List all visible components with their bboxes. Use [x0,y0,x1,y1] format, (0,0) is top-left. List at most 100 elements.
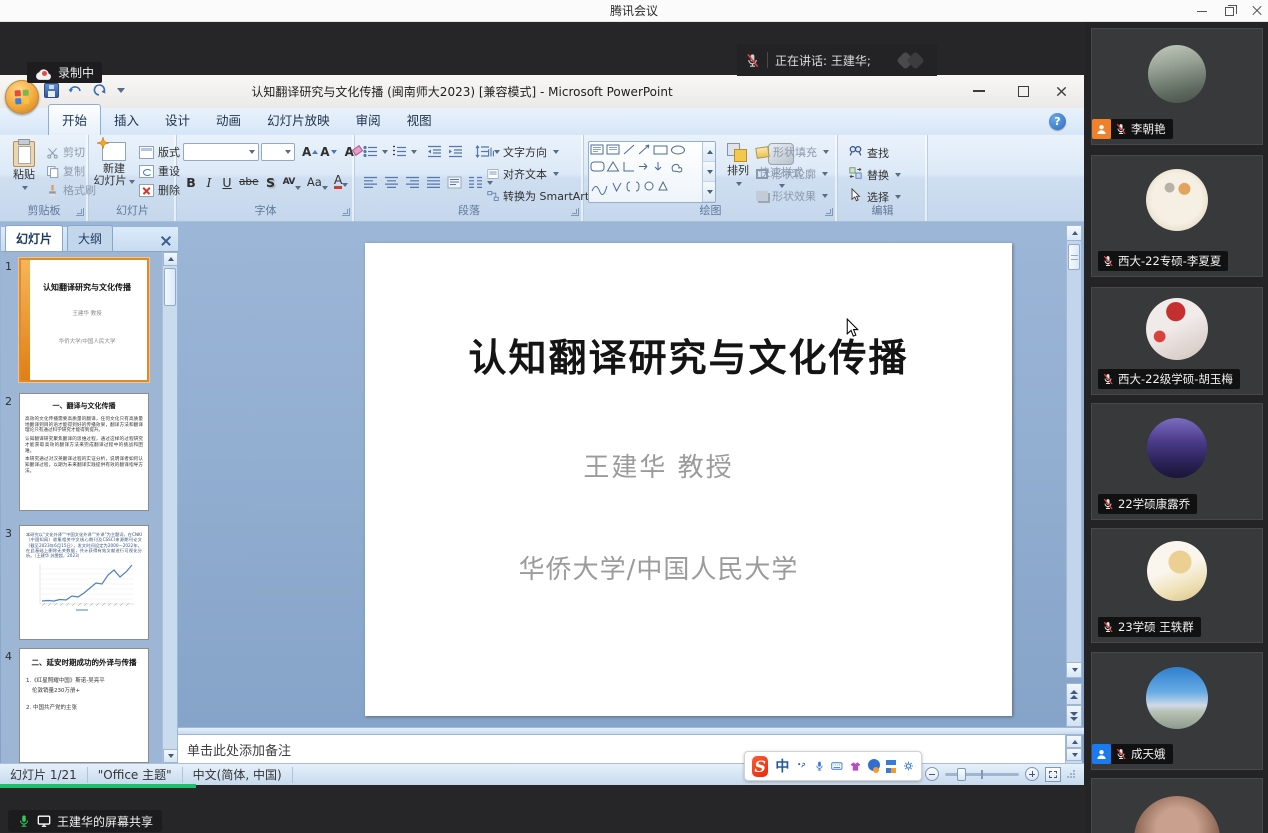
slide-thumbnail-2[interactable]: 一、翻译与文化传播 高效的文化传播需要高质量的翻译，任何文化只有高质量地翻译到目… [19,393,149,511]
participant-tile[interactable]: 22学硕康露乔 [1091,403,1263,520]
toolbox-icon[interactable] [886,760,896,773]
save-icon[interactable] [44,83,59,98]
close-icon[interactable] [1252,6,1262,16]
justify-button[interactable] [424,173,443,192]
copy-button[interactable]: 复制 [46,163,85,179]
underline-button[interactable]: U [219,171,235,190]
shape-effects-button[interactable]: 形状效果 [756,188,828,204]
new-slide-button[interactable]: 新建幻灯片 [93,142,135,187]
notes-splitter[interactable] [178,727,1084,735]
align-left-button[interactable] [361,173,380,192]
increase-indent-button[interactable] [446,142,465,161]
slide-author[interactable]: 王建华 教授 [365,447,952,484]
slide-affiliation[interactable]: 华侨大学/中国人民大学 [365,549,952,586]
change-case-button[interactable]: Aa [305,171,330,190]
shrink-font-button[interactable]: A [320,145,336,159]
find-button[interactable]: 查找 [848,144,889,161]
shape-outline-button[interactable]: 形状轮廓 [756,166,828,182]
fit-to-window-button[interactable] [1045,767,1061,782]
cut-button[interactable]: 剪切 [46,144,85,160]
scroll-thumb[interactable] [1068,244,1080,270]
status-theme[interactable]: "Office 主题" [88,767,183,783]
resize-grip[interactable] [1067,770,1076,779]
zoom-out-button[interactable] [925,767,939,781]
ppt-minimize-button[interactable] [968,81,990,101]
shapes-gallery[interactable] [588,141,716,203]
delete-button[interactable]: 删除 [139,182,180,198]
drawing-dialog-launcher[interactable] [825,208,833,216]
scroll-up-button[interactable] [1067,226,1081,241]
notes-scroll-down[interactable] [1066,748,1082,761]
office-button[interactable] [5,80,39,114]
slide-canvas[interactable]: 认知翻译研究与文化传播 王建华 教授 华侨大学/中国人民大学 [365,243,1012,716]
panel-scroll-up[interactable] [163,252,178,266]
restore-icon[interactable] [1225,7,1234,16]
chinese-mode-icon[interactable]: 中 [775,756,789,776]
punctuation-icon[interactable] [796,760,806,772]
tab-insert[interactable]: 插入 [101,105,152,135]
ppt-maximize-button[interactable] [1012,81,1034,101]
sogou-logo-icon[interactable]: S [752,756,768,777]
align-text-button[interactable]: 对齐文本 [487,166,559,182]
numbering-button[interactable] [390,142,409,161]
font-size-select[interactable] [261,143,295,161]
tab-view[interactable]: 视图 [394,105,445,135]
character-spacing-button[interactable]: AV [281,171,303,190]
panel-scroll-down[interactable] [163,749,178,763]
columns-button[interactable] [466,173,485,192]
font-dialog-launcher[interactable] [342,208,350,216]
notes-pane[interactable]: 单击此处添加备注 [178,735,1066,763]
replace-button[interactable]: 替换 [848,166,901,183]
skin-icon[interactable] [850,760,861,773]
status-slide-counter[interactable]: 幻灯片 1/21 [0,767,88,783]
text-direction-button[interactable]: 文字方向 [487,144,559,160]
strikethrough-button[interactable]: abe [237,171,261,190]
arrange-button[interactable]: 排列 [722,143,754,189]
paste-button[interactable]: 粘贴 [6,141,42,193]
tab-slides-thumbnails[interactable]: 幻灯片 [5,225,63,251]
participant-tile[interactable]: 成天娥 [1091,652,1263,770]
shapes-scroll[interactable] [702,142,715,202]
distributed-button[interactable] [445,173,464,192]
font-name-select[interactable] [183,143,259,161]
scroll-down-button[interactable] [1067,662,1081,677]
font-color-button[interactable]: A [332,171,351,190]
shape-fill-button2[interactable]: 形状填充 [756,144,829,160]
participant-tile[interactable]: 23学硕 王轶群 [1091,528,1263,643]
minimize-icon[interactable] [1197,11,1207,12]
panel-close-icon[interactable] [160,235,172,247]
qat-dropdown-icon[interactable] [117,88,125,93]
paragraph-dialog-launcher[interactable] [571,208,579,216]
bold-button[interactable]: B [183,171,199,190]
previous-slide-button[interactable] [1066,683,1082,705]
status-language[interactable]: 中文(简体, 中国) [183,767,293,783]
participant-tile[interactable]: 李朝艳 [1091,28,1263,145]
align-right-button[interactable] [403,173,422,192]
participant-tile[interactable] [1091,778,1263,833]
slide-thumbnail-4[interactable]: 二、延安时期成功的外译与传播 1.《红星照耀中国》斯诺-吴亮平 伦敦销量230万… [19,648,149,763]
tab-design[interactable]: 设计 [152,105,203,135]
redo-icon[interactable] [91,82,107,98]
tab-slideshow[interactable]: 幻灯片放映 [254,105,343,135]
panel-scroll-thumb[interactable] [164,268,176,306]
undo-icon[interactable] [67,82,83,98]
slide-thumbnail-1[interactable]: 认知翻译研究与文化传播 王建华 教授 华侨大学/中国人民大学 [19,258,149,382]
participant-tile[interactable]: 西大-22级学硕-胡玉梅 [1091,287,1263,395]
notes-scroll-up[interactable] [1066,735,1082,748]
voice-input-icon[interactable] [814,759,825,773]
ppt-close-button[interactable] [1050,81,1072,101]
tab-outline[interactable]: 大纲 [67,225,113,251]
align-center-button[interactable] [382,173,401,192]
italic-button[interactable]: I [201,171,217,190]
emoji-icon[interactable] [868,759,879,773]
slide-thumbnail-3[interactable]: 本研究以“文化外译”“中国文化外译”“外译”为主题词，在CNKI（中国知网）收集… [19,525,149,640]
zoom-in-button[interactable] [1025,767,1039,781]
grow-font-button[interactable]: A [302,145,318,159]
clear-formatting-button[interactable]: A [345,145,354,159]
zoom-slider-thumb[interactable] [957,768,966,781]
panel-scrollbar[interactable] [162,252,177,763]
participant-tile[interactable]: 西大-22专硕-李夏夏 [1091,155,1263,277]
tab-home[interactable]: 开始 [48,104,101,135]
tab-review[interactable]: 审阅 [343,105,394,135]
zoom-slider[interactable] [945,773,1019,776]
